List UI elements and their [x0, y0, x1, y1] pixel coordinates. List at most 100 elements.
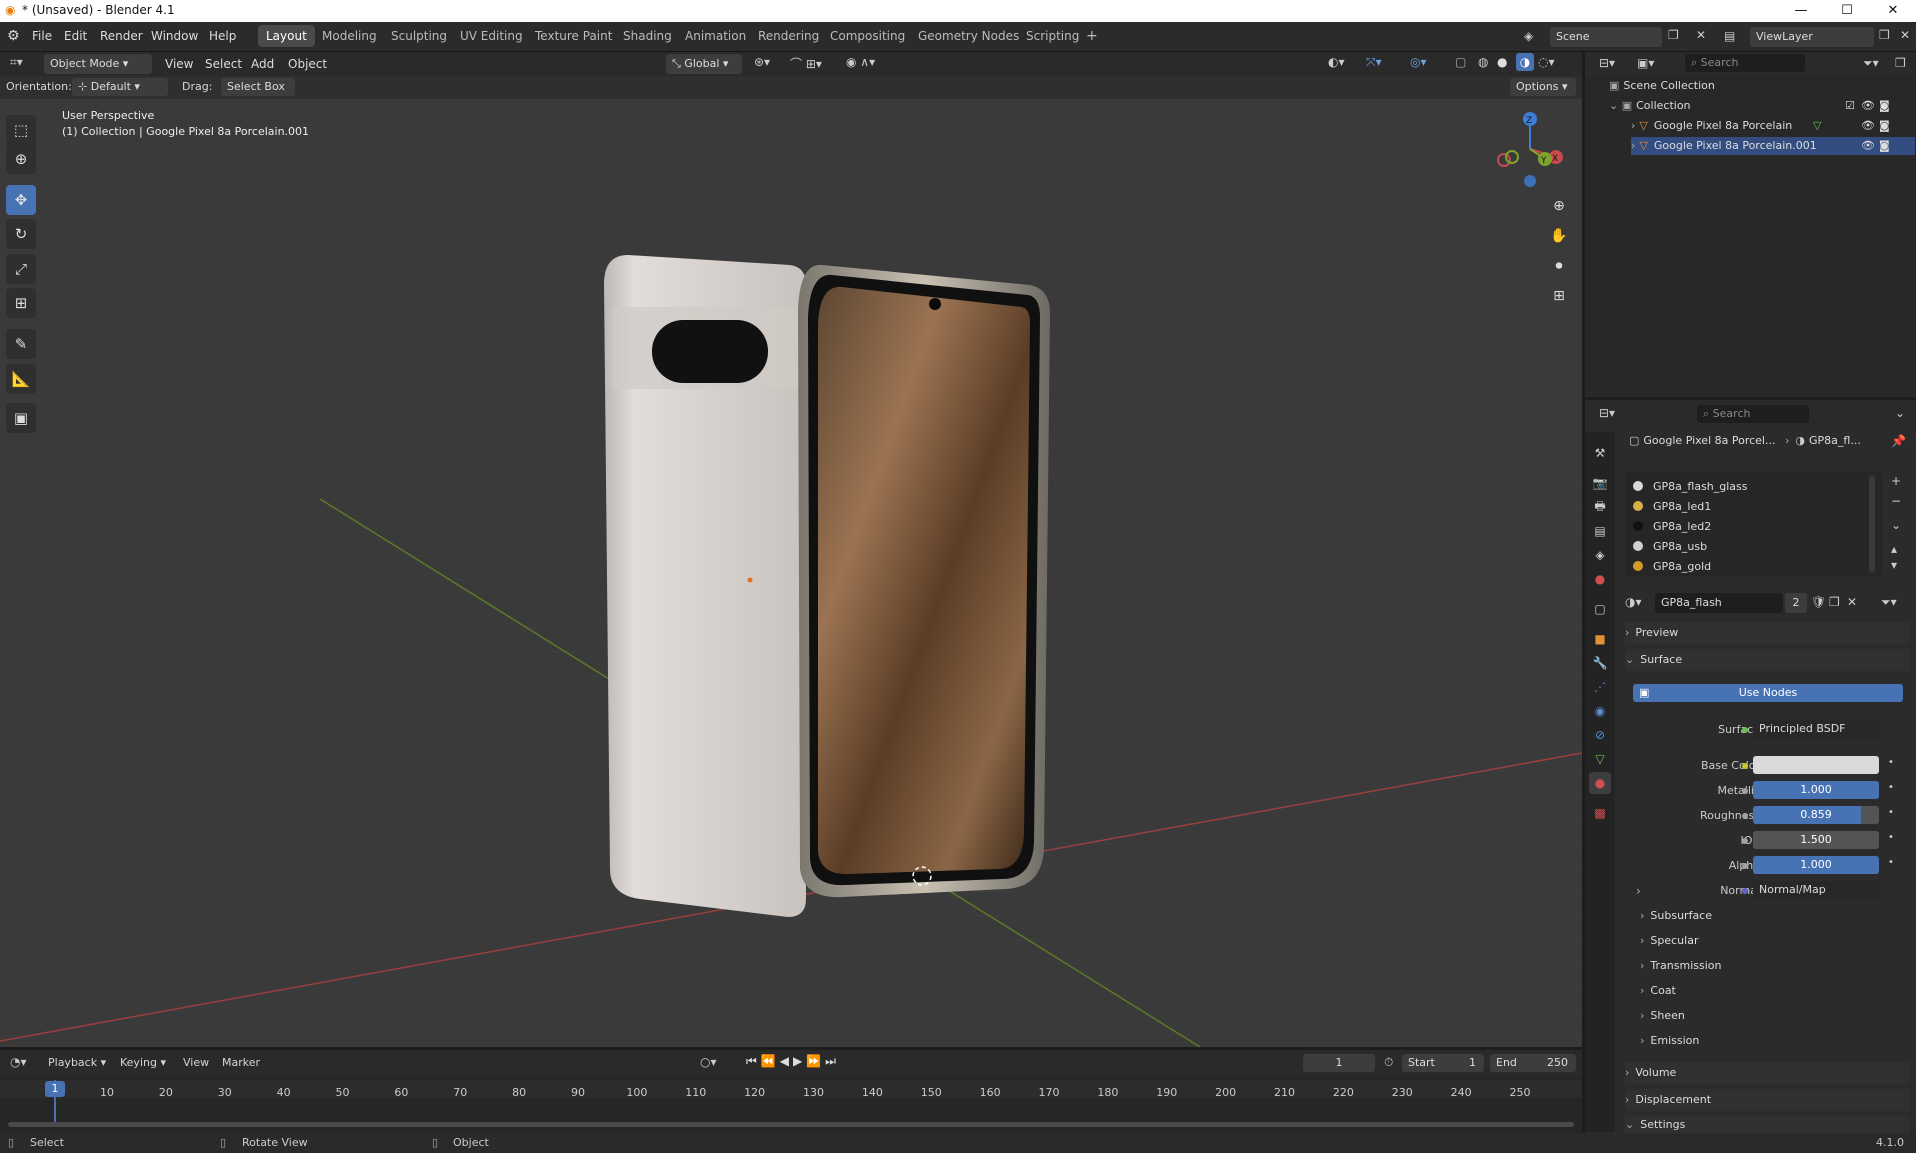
material-user-count[interactable]: 2 [1785, 593, 1807, 613]
filter-icon[interactable]: ⏷▾ [1863, 56, 1879, 71]
material-slot[interactable]: GP8a_flash_glass [1633, 478, 1863, 496]
snap-icon[interactable]: ⌒ ⊞▾ [790, 55, 822, 72]
minimize-button[interactable]: — [1778, 0, 1824, 22]
move-tool[interactable]: ✥ [6, 185, 36, 215]
playback-controls[interactable]: ⏮⏪◀▶⏩⏭ [746, 1054, 840, 1069]
viewlayer-new-icon[interactable]: ❐ [1879, 28, 1890, 42]
subpanel-emission[interactable]: › Emission [1640, 1034, 1699, 1047]
particles-tab-icon[interactable]: ⋰ [1589, 676, 1611, 698]
alpha-keyframe-icon[interactable]: • [1888, 857, 1894, 868]
scene-remove-icon[interactable]: ✕ [1696, 28, 1706, 42]
add-slot-icon[interactable]: + [1891, 474, 1901, 488]
outliner-collection[interactable]: ⌄ ▣ Collection ☑ 👁 ◙ [1609, 97, 1915, 115]
item-render-icon[interactable]: ◙ [1879, 117, 1890, 135]
subpanel-sheen[interactable]: › Sheen [1640, 1009, 1685, 1022]
rotate-tool[interactable]: ↻ [6, 219, 36, 249]
subpanel-coat[interactable]: › Coat [1640, 984, 1676, 997]
mode-selector[interactable]: Object Mode ▾ [44, 54, 152, 74]
scale-tool[interactable]: ⤢ [6, 254, 36, 284]
slot-menu-icon[interactable]: ⌄ [1891, 518, 1901, 532]
marker-menu[interactable]: Marker [222, 1056, 260, 1069]
metallic-keyframe-icon[interactable]: • [1888, 782, 1894, 793]
render-tab-icon[interactable]: 📷 [1589, 472, 1611, 494]
properties-editor-icon[interactable]: ⊟▾ [1599, 406, 1615, 420]
duplicate-material-icon[interactable]: ❐ [1829, 595, 1840, 609]
menu-add[interactable]: Add [251, 57, 274, 71]
timeline-view-menu[interactable]: View [183, 1056, 209, 1069]
roughness-keyframe-icon[interactable]: • [1888, 807, 1894, 818]
transform-tool[interactable]: ⊞ [6, 288, 36, 318]
physics-tab-icon[interactable]: ◉ [1589, 700, 1611, 722]
roughness-slider[interactable]: 0.859 [1753, 806, 1879, 824]
add-cube-tool[interactable]: ▣ [6, 403, 36, 433]
tab-compositing[interactable]: Compositing [822, 25, 913, 47]
tab-animation[interactable]: Animation [677, 25, 754, 47]
surface-panel-header[interactable]: ⌄ Surface [1625, 649, 1910, 671]
overlay-toggle-icon[interactable]: ◎▾ [1410, 55, 1427, 69]
modifier-tab-icon[interactable]: 🔧 [1589, 652, 1611, 674]
item-visibility-icon[interactable]: 👁 [1861, 137, 1875, 155]
ior-slider[interactable]: 1.500 [1753, 831, 1879, 849]
unlink-material-icon[interactable]: ✕ [1847, 595, 1857, 609]
viewlayer-icon[interactable]: ▤ [1724, 29, 1735, 43]
item-render-icon[interactable]: ◙ [1879, 137, 1890, 155]
auto-keying-icon[interactable]: ○▾ [700, 1055, 717, 1069]
menu-edit[interactable]: Edit [64, 29, 87, 43]
tool-tab-icon[interactable]: ⚒ [1589, 442, 1611, 464]
menu-select[interactable]: Select [205, 57, 242, 71]
transform-orientation-selector[interactable]: ⤡ Global ▾ [666, 54, 742, 74]
scene-selector[interactable]: Scene [1550, 27, 1662, 47]
options-dropdown[interactable]: Options ▾ [1510, 78, 1576, 96]
pan-hand-icon[interactable]: ✋ [1546, 223, 1572, 249]
pivot-icon[interactable]: ⊛▾ [754, 55, 770, 69]
maximize-button[interactable]: ☐ [1824, 0, 1870, 22]
material-slot[interactable]: GP8a_gold [1633, 558, 1863, 576]
slot-list-scrollbar[interactable] [1869, 476, 1875, 572]
drag-selector[interactable]: Select Box ▾ [221, 78, 295, 111]
menu-object[interactable]: Object [288, 57, 327, 71]
scene-icon[interactable]: ◈ [1524, 29, 1533, 43]
properties-options-icon[interactable]: ⌄ [1895, 406, 1905, 420]
tab-uv-editing[interactable]: UV Editing [452, 25, 531, 47]
material-slot[interactable]: GP8a_usb [1633, 538, 1863, 556]
subpanel-transmission[interactable]: › Transmission [1640, 959, 1721, 972]
playhead-frame-badge[interactable]: 1 [45, 1081, 65, 1097]
measure-tool[interactable]: 📐 [6, 364, 36, 394]
metallic-slider[interactable]: 1.000 [1753, 781, 1879, 799]
preview-panel-header[interactable]: › Preview [1625, 622, 1910, 644]
navigation-gizmo[interactable]: Z X Y [1490, 109, 1570, 189]
current-frame-field[interactable]: 1 [1303, 1054, 1375, 1072]
output-tab-icon[interactable]: 🖶 [1589, 496, 1611, 518]
material-slot[interactable]: GP8a_led2 [1633, 518, 1863, 536]
base-color-swatch[interactable] [1753, 756, 1879, 774]
gizmo-toggle-icon[interactable]: ⤧▾ [1366, 55, 1382, 70]
subpanel-specular[interactable]: › Specular [1640, 934, 1698, 947]
constraints-tab-icon[interactable]: ⊘ [1589, 724, 1611, 746]
surface-shader-selector[interactable]: Principled BSDF [1753, 720, 1879, 738]
material-browse-icon[interactable]: ◑▾ [1625, 595, 1642, 609]
timeline-editor-icon[interactable]: ◔▾ [10, 1055, 27, 1069]
menu-render[interactable]: Render [100, 29, 143, 43]
viewlayer-remove-icon[interactable]: ✕ [1900, 28, 1910, 42]
perspective-toggle-icon[interactable]: ⊞ [1546, 283, 1572, 309]
scene-tab-icon[interactable]: ◈ [1589, 544, 1611, 566]
menu-window[interactable]: Window [151, 29, 198, 43]
collection-visibility-icon[interactable]: 👁 [1861, 97, 1875, 115]
object-tab-icon[interactable]: ■ [1589, 628, 1611, 650]
3d-viewport[interactable]: User Perspective (1) Collection | Google… [0, 99, 1582, 1047]
menu-view[interactable]: View [165, 57, 193, 71]
keyframe-track[interactable] [0, 1098, 1582, 1122]
outliner-editor-icon[interactable]: ⊟▾ [1599, 56, 1615, 70]
use-nodes-button[interactable]: ▣ Use Nodes [1633, 684, 1903, 702]
collection-tab-icon[interactable]: ▢ [1589, 598, 1611, 620]
keying-menu[interactable]: Keying ▾ [120, 1056, 166, 1069]
add-workspace-icon[interactable]: + [1086, 28, 1098, 44]
collection-render-icon[interactable]: ◙ [1879, 97, 1890, 115]
camera-view-icon[interactable]: ⏺ [1546, 253, 1572, 279]
tab-shading[interactable]: Shading [615, 25, 680, 47]
tab-scripting[interactable]: Scripting [1018, 25, 1087, 47]
volume-panel-header[interactable]: › Volume [1625, 1062, 1910, 1084]
displacement-panel-header[interactable]: › Displacement [1625, 1089, 1910, 1111]
base-color-keyframe-icon[interactable]: • [1888, 757, 1894, 768]
tab-rendering[interactable]: Rendering [750, 25, 827, 47]
